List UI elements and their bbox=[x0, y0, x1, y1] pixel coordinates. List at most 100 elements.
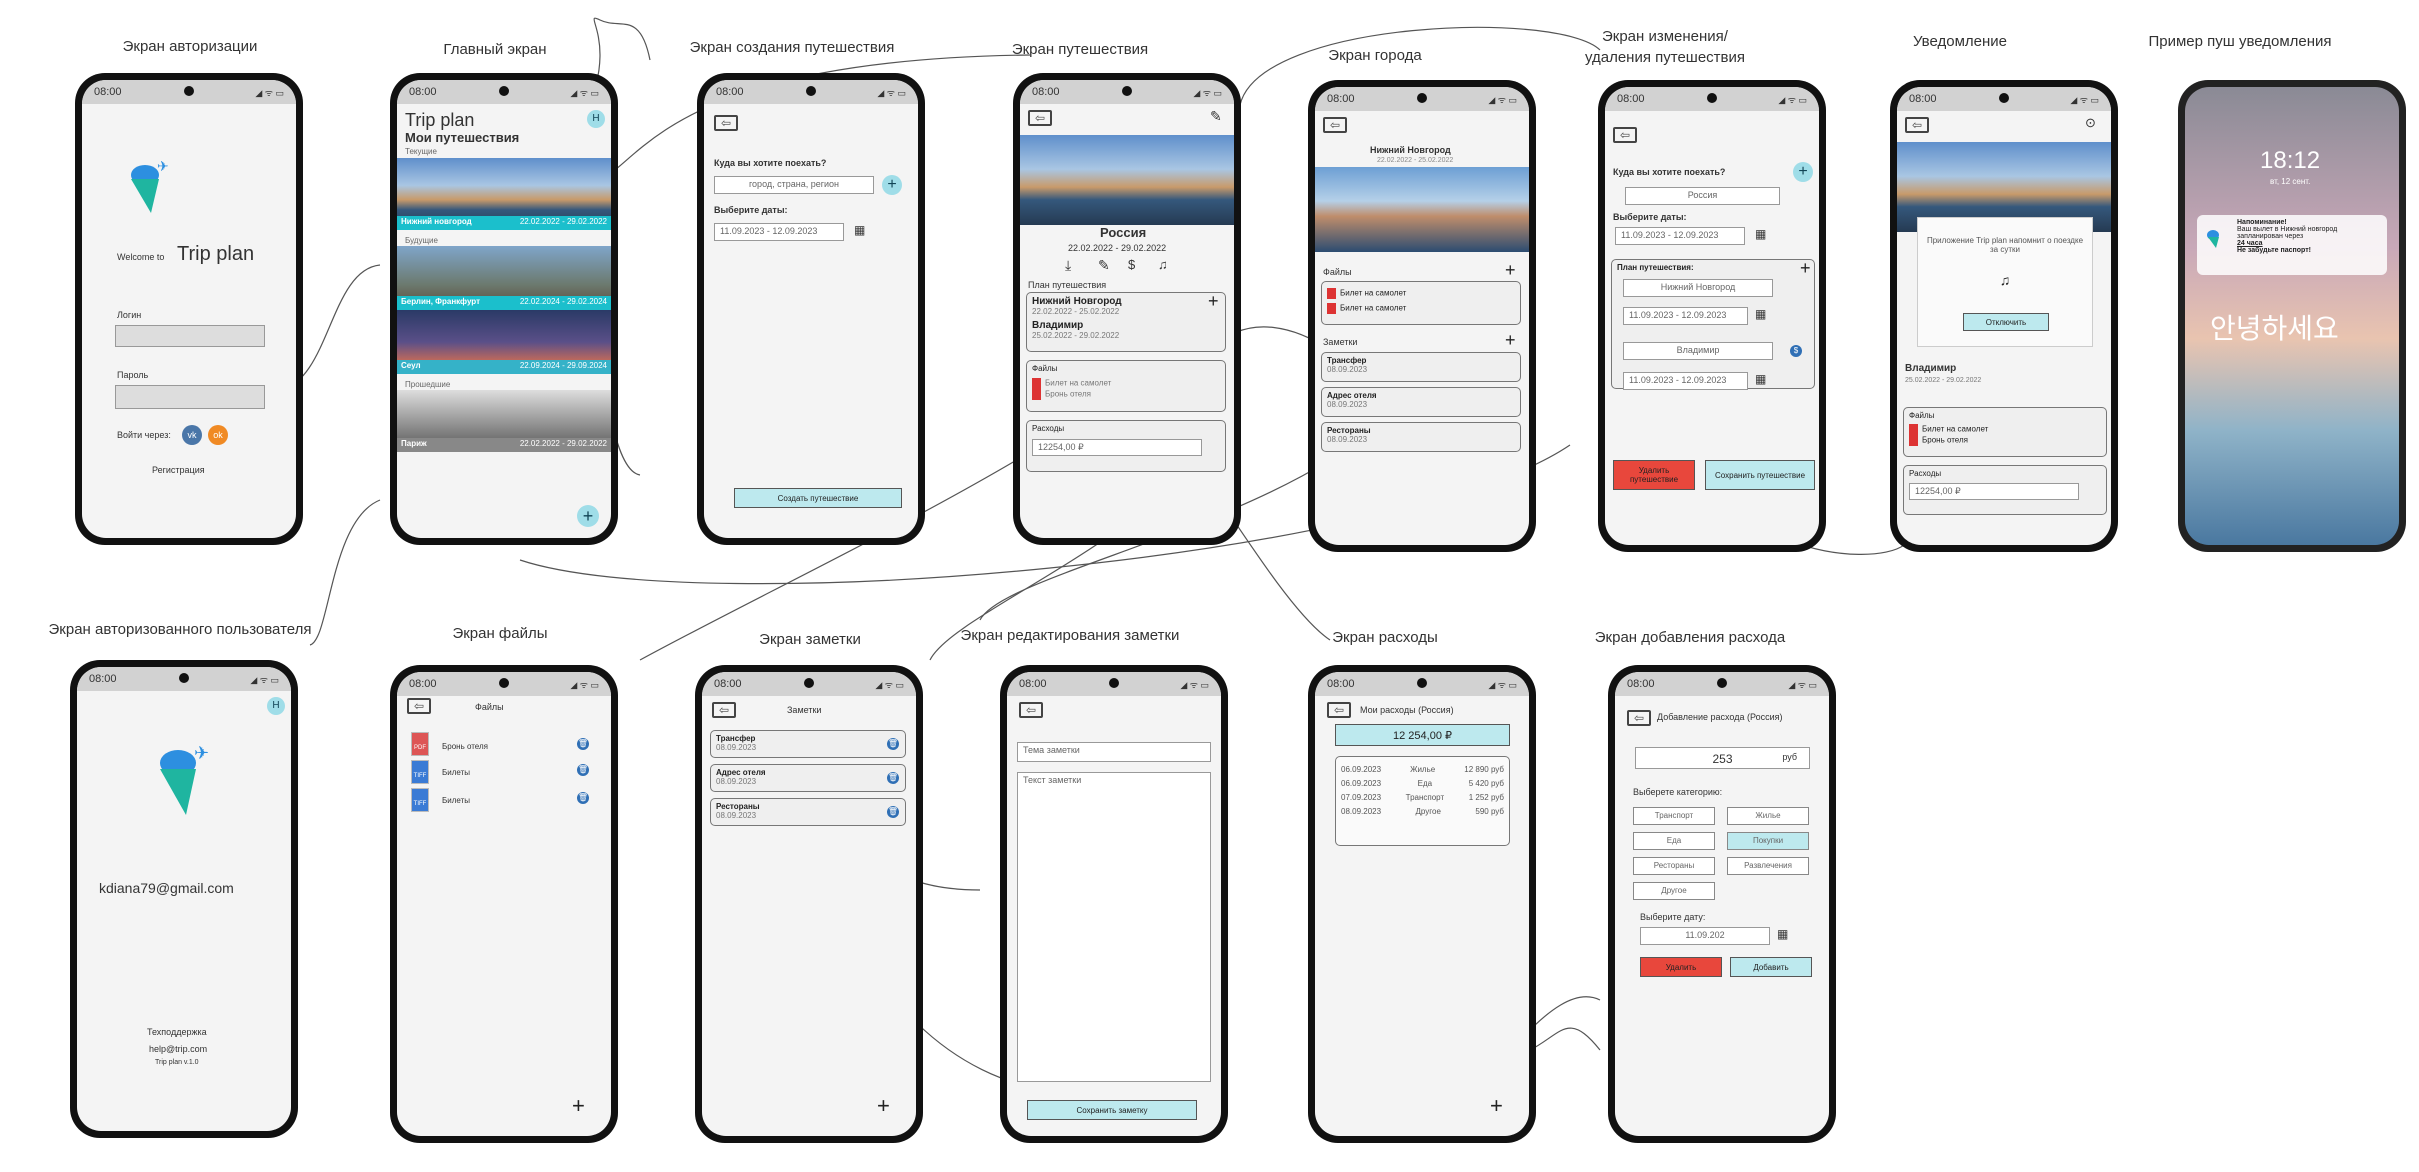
note-card[interactable]: Адрес отеля 08.09.2023 bbox=[710, 764, 906, 792]
expenses-card[interactable]: Расходы 12254,00 ₽ bbox=[1903, 465, 2107, 515]
add-note-button[interactable]: + bbox=[1505, 331, 1516, 349]
back-arrow-icon[interactable]: ⇦ bbox=[1613, 127, 1637, 143]
back-arrow-icon[interactable]: ⇦ bbox=[1019, 702, 1043, 718]
category-chip[interactable]: Транспорт bbox=[1633, 807, 1715, 825]
disable-notification-button[interactable]: Отключить bbox=[1963, 313, 2049, 331]
plan-card: Нижний Новгород 22.02.2022 - 25.02.2022 В… bbox=[1026, 292, 1226, 352]
add-city-button[interactable]: + bbox=[1208, 292, 1219, 310]
calendar-icon[interactable]: ▦ bbox=[854, 223, 865, 237]
add-expense-button[interactable]: + bbox=[1490, 1095, 1503, 1117]
files-card[interactable]: Файлы Билет на самолет Бронь отеля bbox=[1903, 407, 2107, 457]
profile-avatar-button[interactable]: Н bbox=[587, 110, 605, 128]
add-file-button[interactable]: + bbox=[572, 1095, 585, 1117]
note-card[interactable]: Адрес отеля 08.09.2023 bbox=[1321, 387, 1521, 417]
expense-row[interactable]: 07.09.2023 Транспорт 1 252 руб bbox=[1341, 793, 1504, 802]
edit-icon[interactable]: ✎ bbox=[1210, 108, 1222, 125]
category-chip[interactable]: Развлечения bbox=[1727, 857, 1809, 875]
support-label: Техподдержка bbox=[147, 1027, 207, 1037]
back-arrow-icon[interactable]: ⇦ bbox=[1905, 117, 1929, 133]
svg-text:✈: ✈ bbox=[157, 158, 169, 174]
destination-input[interactable]: город, страна, регион bbox=[714, 176, 874, 194]
category-chip[interactable]: Рестораны bbox=[1633, 857, 1715, 875]
back-arrow-icon[interactable]: ⇦ bbox=[712, 702, 736, 718]
delete-icon[interactable]: 🗑 bbox=[577, 738, 589, 750]
edit-icon[interactable]: ✎ bbox=[1098, 257, 1110, 274]
files-card[interactable]: Билет на самолет Билет на самолет bbox=[1321, 281, 1521, 325]
title-addexp: Экран добавления расхода bbox=[1594, 629, 1786, 646]
svg-text:✈: ✈ bbox=[194, 743, 209, 763]
register-link[interactable]: Регистрация bbox=[152, 465, 205, 475]
user-email: kdiana79@gmail.com bbox=[99, 880, 234, 896]
country-input[interactable]: Россия bbox=[1625, 187, 1780, 205]
expense-row[interactable]: 06.09.2023 Жилье 12 890 руб bbox=[1341, 765, 1504, 774]
note-card[interactable]: Рестораны 08.09.2023 bbox=[710, 798, 906, 826]
delete-expense-button[interactable]: Удалить bbox=[1640, 957, 1722, 977]
calendar-icon[interactable]: ▦ bbox=[1755, 372, 1766, 386]
expenses-card[interactable]: Расходы 12254,00 ₽ bbox=[1026, 420, 1226, 472]
back-arrow-icon[interactable]: ⇦ bbox=[407, 698, 431, 714]
add-expense-confirm-button[interactable]: Добавить bbox=[1730, 957, 1812, 977]
amount-input[interactable]: 253 руб bbox=[1635, 747, 1810, 769]
category-chip[interactable]: Жилье bbox=[1727, 807, 1809, 825]
trip-card[interactable]: Берлин, Франкфурт 22.02.2024 - 29.02.2024 bbox=[397, 246, 611, 310]
money-icon[interactable]: $ bbox=[1128, 257, 1135, 272]
dates-input[interactable]: 11.09.2023 - 12.09.2023 bbox=[714, 223, 844, 241]
date-input[interactable]: 11.09.202 bbox=[1640, 927, 1770, 945]
trip-card[interactable]: Нижний новгород 22.02.2022 - 29.02.2022 bbox=[397, 158, 611, 230]
login-field[interactable] bbox=[115, 325, 265, 347]
title-push: Пример пуш уведомления bbox=[2148, 33, 2332, 50]
back-arrow-icon[interactable]: ⇦ bbox=[1028, 110, 1052, 126]
note-topic-input[interactable]: Тема заметки bbox=[1017, 742, 1211, 762]
category-chip-selected[interactable]: Покупки bbox=[1727, 832, 1809, 850]
delete-trip-button[interactable]: Удалить путешествие bbox=[1613, 460, 1695, 490]
add-destination-button[interactable]: + bbox=[882, 175, 902, 195]
add-trip-button[interactable]: + bbox=[577, 505, 599, 527]
trip-card[interactable]: Сеул 22.09.2024 - 29.09.2024 bbox=[397, 310, 611, 374]
phone-files: 08:00 ◢ ᯤ ▭ ⇦ Файлы PDF Бронь отеля 🗑 TIF… bbox=[390, 665, 618, 1143]
trip-card[interactable]: Париж 22.02.2022 - 29.02.2022 bbox=[397, 390, 611, 452]
dates-input[interactable]: 11.09.2023 - 12.09.2023 bbox=[1615, 227, 1745, 245]
category-chip[interactable]: Еда bbox=[1633, 832, 1715, 850]
delete-icon[interactable]: 🗑 bbox=[577, 764, 589, 776]
bell-icon[interactable]: ♫ bbox=[1158, 257, 1168, 272]
delete-icon[interactable]: 🗑 bbox=[887, 772, 899, 784]
support-email[interactable]: help@trip.com bbox=[149, 1044, 207, 1054]
note-card[interactable]: Трансфер 08.09.2023 bbox=[710, 730, 906, 758]
create-trip-button[interactable]: Создать путешествие bbox=[734, 488, 902, 508]
calendar-icon[interactable]: ▦ bbox=[1755, 307, 1766, 321]
save-note-button[interactable]: Сохранить заметку bbox=[1027, 1100, 1197, 1120]
category-chip[interactable]: Другое bbox=[1633, 882, 1715, 900]
ok-login-icon[interactable]: ok bbox=[208, 425, 228, 445]
note-text-input[interactable]: Текст заметки bbox=[1017, 772, 1211, 1082]
push-notification[interactable]: Напоминание! Ваш вылет в Нижний новгород … bbox=[2197, 215, 2387, 275]
expense-row[interactable]: 06.09.2023 Еда 5 420 руб bbox=[1341, 779, 1504, 788]
add-destination-button[interactable]: + bbox=[1793, 162, 1813, 182]
back-arrow-icon[interactable]: ⇦ bbox=[714, 115, 738, 131]
vk-login-icon[interactable]: vk bbox=[182, 425, 202, 445]
files-card[interactable]: Файлы Билет на самолет Бронь отеля bbox=[1026, 360, 1226, 412]
add-file-button[interactable]: + bbox=[1505, 261, 1516, 279]
more-icon[interactable]: ⊙ bbox=[2085, 115, 2096, 131]
back-arrow-icon[interactable]: ⇦ bbox=[1327, 702, 1351, 718]
back-arrow-icon[interactable]: ⇦ bbox=[1323, 117, 1347, 133]
password-field[interactable] bbox=[115, 385, 265, 409]
expense-row[interactable]: 08.09.2023 Другое 590 руб bbox=[1341, 807, 1504, 816]
calendar-icon[interactable]: ▦ bbox=[1755, 227, 1766, 241]
title-trip: Экран путешествия bbox=[1011, 41, 1149, 58]
download-icon[interactable]: ⤓ bbox=[1065, 257, 1071, 274]
app-logo-icon bbox=[2203, 227, 2225, 249]
title-noteedit: Экран редактирования заметки bbox=[960, 627, 1180, 644]
note-card[interactable]: Рестораны 08.09.2023 bbox=[1321, 422, 1521, 452]
delete-city-icon[interactable]: $ bbox=[1790, 345, 1802, 357]
delete-icon[interactable]: 🗑 bbox=[887, 806, 899, 818]
save-trip-button[interactable]: Сохранить путешествие bbox=[1705, 460, 1815, 490]
delete-icon[interactable]: 🗑 bbox=[577, 792, 589, 804]
add-note-button[interactable]: + bbox=[877, 1095, 890, 1117]
calendar-icon[interactable]: ▦ bbox=[1777, 927, 1788, 941]
note-card[interactable]: Трансфер 08.09.2023 bbox=[1321, 352, 1521, 382]
profile-avatar-button[interactable]: Н bbox=[267, 697, 285, 715]
add-city-button[interactable]: + bbox=[1800, 259, 1811, 277]
title-authuser: Экран авторизованного пользователя bbox=[48, 621, 312, 638]
back-arrow-icon[interactable]: ⇦ bbox=[1627, 710, 1651, 726]
delete-icon[interactable]: 🗑 bbox=[887, 738, 899, 750]
